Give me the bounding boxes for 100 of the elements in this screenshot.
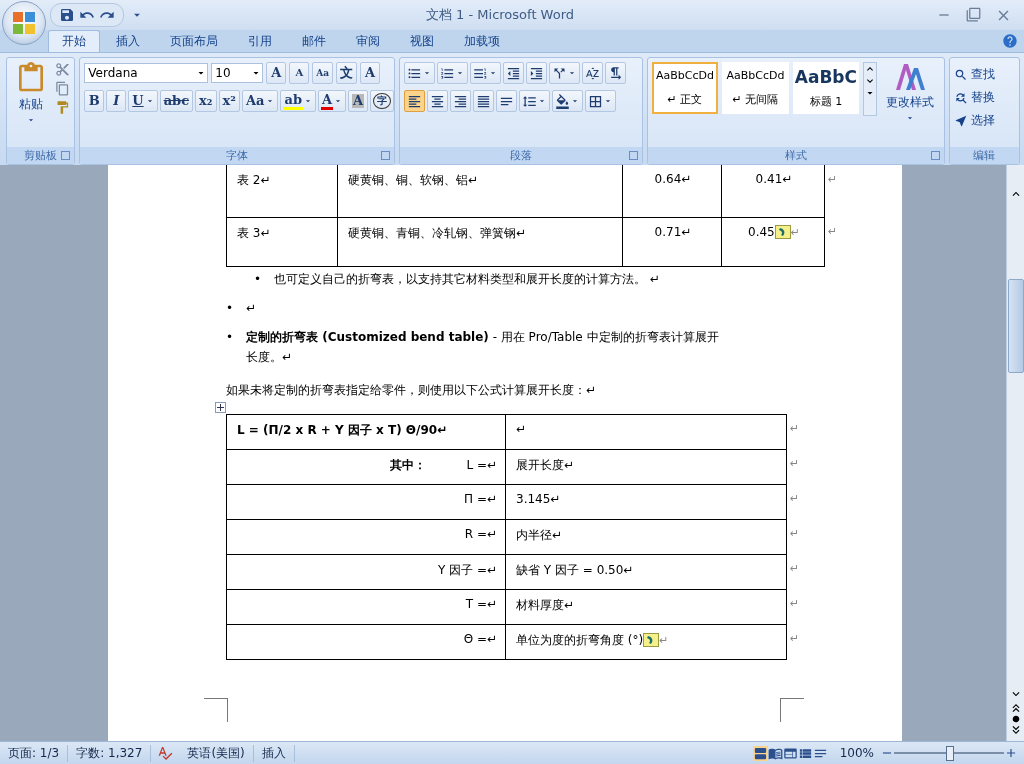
select-icon xyxy=(953,113,968,128)
change-styles-button[interactable]: 更改样式 xyxy=(881,62,940,123)
replace-button[interactable]: 替换 xyxy=(953,89,1015,106)
row-end-mark: ↵ xyxy=(790,632,800,645)
insert-mode-indicator[interactable]: 插入 xyxy=(253,744,295,762)
cut-icon[interactable] xyxy=(55,62,70,77)
clear-font-button[interactable]: Aa xyxy=(312,62,334,84)
ribbon-tab[interactable]: 加载项 xyxy=(450,30,514,52)
format-painter-icon[interactable] xyxy=(55,100,70,115)
zoom-slider-thumb[interactable] xyxy=(946,745,954,761)
bold-font-button[interactable]: B xyxy=(84,90,105,112)
save-icon[interactable] xyxy=(59,7,75,23)
print-layout-icon[interactable] xyxy=(752,745,768,761)
ribbon-tab[interactable]: 开始 xyxy=(48,30,100,52)
borders-button[interactable] xyxy=(585,90,617,112)
restore-icon[interactable] xyxy=(966,6,981,22)
row-end-mark: ↵ xyxy=(790,422,800,435)
table-cell: 0.71↵ xyxy=(622,217,722,266)
increase-indent-button[interactable] xyxy=(526,62,548,84)
justify-icon xyxy=(476,93,492,109)
smart-tag-icon[interactable] xyxy=(643,633,660,647)
shade-font-button[interactable]: A xyxy=(348,90,369,112)
vertical-scrollbar[interactable] xyxy=(1006,165,1024,741)
style-gallery-item[interactable]: AaBbCcDd ↵ 无间隔 xyxy=(722,62,789,114)
ribbon-tab[interactable]: 插入 xyxy=(102,30,154,52)
word-count[interactable]: 字数: 1,327 xyxy=(68,744,152,762)
copy-icon[interactable] xyxy=(55,81,70,96)
distribute-button[interactable] xyxy=(496,90,518,112)
gallery-scrollbar[interactable] xyxy=(863,62,878,116)
border-font-button[interactable]: A xyxy=(360,62,381,84)
ribbon-tab[interactable]: 引用 xyxy=(234,30,286,52)
select-button[interactable]: 选择 xyxy=(953,112,1015,129)
ribbon-tab[interactable]: 审阅 xyxy=(342,30,394,52)
zoom-level[interactable]: 100% xyxy=(839,746,874,760)
find-button[interactable]: 查找 xyxy=(953,66,1015,83)
align-left-button[interactable] xyxy=(404,90,426,112)
line-spacing-button[interactable] xyxy=(519,90,551,112)
table-cell: 0.64↵ xyxy=(622,165,722,217)
cell-text: 单位为度的折弯角度 (°) xyxy=(516,632,644,647)
language-indicator[interactable]: 英语(美国) xyxy=(179,744,254,762)
row-end-mark: ↵ xyxy=(828,173,838,186)
table-move-handle-icon[interactable] xyxy=(215,401,226,413)
show-marks-button[interactable] xyxy=(605,62,627,84)
table-cell: 材料厚度↵ xyxy=(505,589,787,624)
group-label: 段落 xyxy=(400,147,642,164)
ribbon-tab[interactable]: 邮件 xyxy=(288,30,340,52)
align-center-button[interactable] xyxy=(427,90,449,112)
decrease-indent-icon xyxy=(506,65,522,81)
decrease-indent-button[interactable] xyxy=(503,62,525,84)
font-name-field[interactable]: Verdana xyxy=(84,63,209,83)
phonetic-font-button[interactable]: 文 xyxy=(336,62,358,84)
group-label: 剪贴板 xyxy=(7,147,75,164)
table-cell: Π =↵ xyxy=(226,484,506,519)
sort-icon xyxy=(585,65,601,81)
bullet-list-button[interactable] xyxy=(404,62,436,84)
colorbar-font-button[interactable]: A xyxy=(318,90,347,112)
browse-object-icon[interactable] xyxy=(1012,715,1020,723)
circle-font-button[interactable]: 字 xyxy=(370,90,395,112)
colorbar-font-button[interactable]: ab xyxy=(280,90,316,112)
window-title: 文档 1 - Microsoft Word xyxy=(424,6,576,24)
underline-font-button[interactable]: U xyxy=(128,90,158,112)
justify-button[interactable] xyxy=(473,90,495,112)
paste-button[interactable]: 粘贴 xyxy=(11,62,51,143)
group-label: 样式 xyxy=(647,147,944,164)
smart-tag-icon[interactable] xyxy=(774,225,791,239)
style-gallery-item[interactable]: AaBbCcDd ↵ 正文 xyxy=(651,62,719,114)
table-cell: ↵ xyxy=(505,414,787,449)
table-cell: 缺省 Y 因子 = 0.50↵ xyxy=(505,554,787,589)
grow-font-button[interactable]: A xyxy=(266,62,287,84)
plain-font-button[interactable]: x² xyxy=(218,90,240,112)
row-end-mark: ↵ xyxy=(790,527,800,540)
table-cell: 表 3↵ xyxy=(226,217,338,266)
ribbon-tab[interactable]: 页面布局 xyxy=(156,30,232,52)
group-label: 字体 xyxy=(80,147,395,164)
multilevel-list-button[interactable] xyxy=(470,62,502,84)
asian-layout-button[interactable] xyxy=(549,62,581,84)
font-size-field[interactable]: 10 xyxy=(211,63,264,83)
zoom-in-icon[interactable] xyxy=(1004,746,1018,760)
borders-icon xyxy=(588,93,604,109)
sort-button[interactable] xyxy=(582,62,604,84)
scroll-thumb[interactable] xyxy=(1008,279,1024,373)
shading-button[interactable] xyxy=(552,90,584,112)
align-right-button[interactable] xyxy=(450,90,472,112)
plain-font-button[interactable]: Aa xyxy=(241,90,279,112)
page-count[interactable]: 页面: 1/3 xyxy=(0,744,69,762)
plain-font-button[interactable]: x₂ xyxy=(195,90,217,112)
table-cell: 3.145↵ xyxy=(505,484,787,519)
shading-icon xyxy=(555,93,571,109)
help-icon[interactable] xyxy=(1002,33,1018,49)
italic-font-button[interactable]: I xyxy=(106,90,127,112)
align-center-icon xyxy=(430,93,446,109)
proofing-icon[interactable] xyxy=(157,745,174,761)
office-logo-icon xyxy=(11,10,37,36)
shrink-font-button[interactable]: A xyxy=(289,62,310,84)
strike-font-button[interactable]: abc xyxy=(159,90,194,112)
ribbon-tab[interactable]: 视图 xyxy=(396,30,448,52)
style-gallery-item[interactable]: AaBbC 标题 1 xyxy=(792,62,860,114)
numbered-list-button[interactable] xyxy=(437,62,469,84)
crop-mark xyxy=(780,697,804,722)
crop-mark xyxy=(204,697,228,722)
